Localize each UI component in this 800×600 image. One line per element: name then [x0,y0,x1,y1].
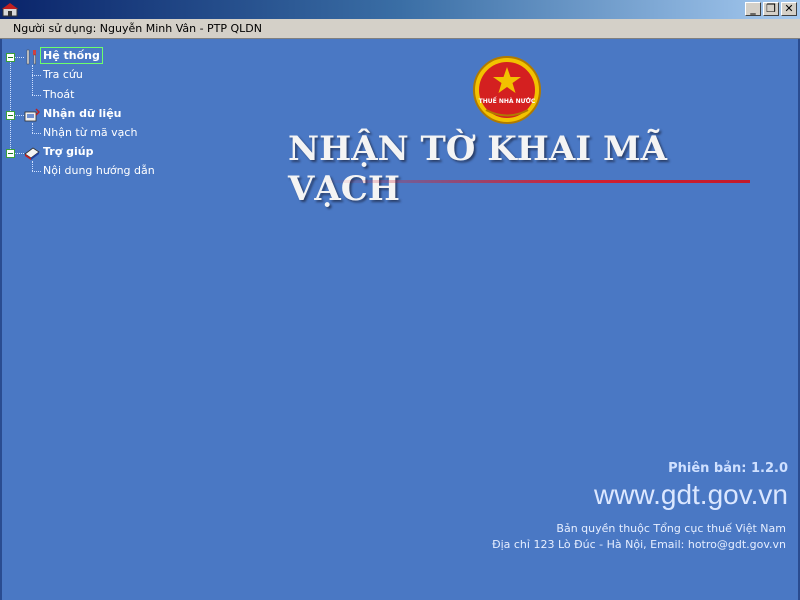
main-area: Hệ thống Tra cứu Thoát Nhận dữ liệu Nhận… [0,39,800,600]
title-underline [322,180,750,183]
help-book-icon [24,147,40,160]
copyright-text: Bản quyền thuộc Tổng cục thuế Việt Nam [556,522,786,535]
tools-icon [26,49,36,65]
navigation-tree: Hệ thống Tra cứu Thoát Nhận dữ liệu Nhận… [2,39,202,239]
tree-item-nhan-tu-ma-vach[interactable]: Nhận từ mã vạch [43,126,137,139]
title-bar[interactable]: _ ❐ ✕ [0,0,800,19]
user-info-text: Người sử dụng: Nguyễn Minh Vân - PTP QLD… [13,22,263,35]
collapse-toggle-he-thong[interactable] [6,53,15,62]
tree-item-he-thong[interactable]: Hệ thống [40,47,103,64]
emblem-text: THUẾ NHÀ NƯỚC [479,97,536,105]
tree-item-tra-cuu[interactable]: Tra cứu [43,68,83,81]
tree-item-noi-dung-huong-dan[interactable]: Nội dung hướng dẫn [43,164,155,177]
website-link[interactable]: www.gdt.gov.vn [594,479,788,511]
tree-item-nhan-du-lieu[interactable]: Nhận dữ liệu [43,107,122,120]
version-label: Phiên bản: 1.2.0 [668,461,788,476]
tree-item-thoat[interactable]: Thoát [43,88,74,101]
address-text: Địa chỉ 123 Lò Đúc - Hà Nội, Email: hotr… [492,538,786,551]
user-status-bar: Người sử dụng: Nguyễn Minh Vân - PTP QLD… [0,19,800,39]
data-receive-icon [24,108,40,122]
restore-button[interactable]: ❐ [763,2,779,16]
app-icon [2,3,18,17]
tax-emblem-logo: THUẾ NHÀ NƯỚC [473,56,541,124]
collapse-toggle-tro-giup[interactable] [6,149,15,158]
collapse-toggle-nhan-du-lieu[interactable] [6,111,15,120]
tree-item-tro-giup[interactable]: Trợ giúp [43,145,93,158]
minimize-button[interactable]: _ [745,2,761,16]
close-button[interactable]: ✕ [781,2,797,16]
app-title: NHẬN TỜ KHAI MÃ VẠCH [288,129,668,209]
